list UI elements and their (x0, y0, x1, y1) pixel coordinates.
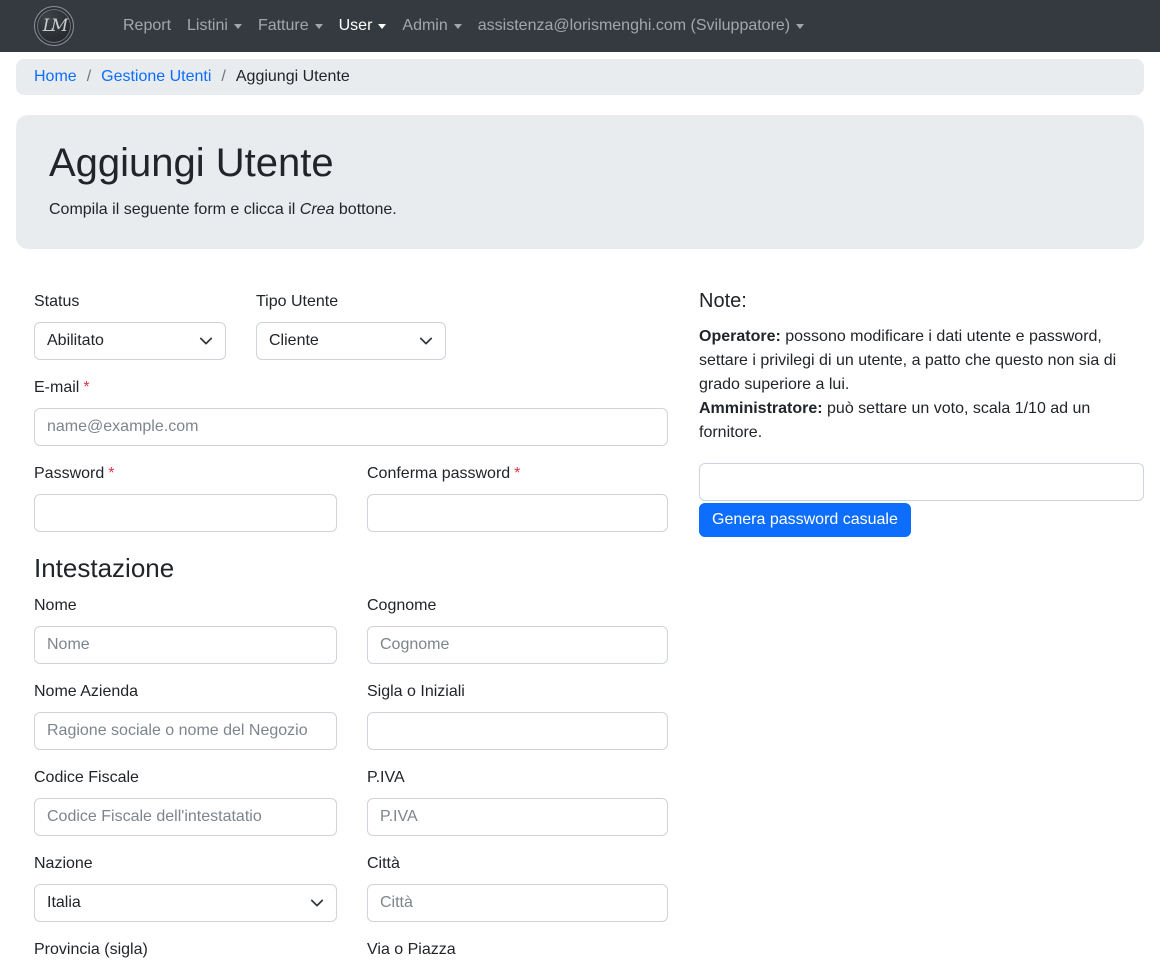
provincia-label: Provincia (sigla) (34, 938, 337, 962)
email-input[interactable] (34, 408, 668, 446)
citta-input[interactable] (367, 884, 668, 922)
tipo-utente-select[interactable]: Cliente (256, 322, 446, 360)
note-line-operatore: Operatore: possono modificare i dati ute… (699, 325, 1144, 397)
breadcrumb-separator: / (77, 68, 101, 86)
navbar-menu: Report Listini Fatture User Admin assist… (115, 17, 812, 35)
status-select-value: Abilitato (47, 332, 104, 350)
sigla-input[interactable] (367, 712, 668, 750)
breadcrumb-home-link[interactable]: Home (34, 68, 77, 86)
nome-label: Nome (34, 594, 337, 618)
top-navbar: LM Report Listini Fatture User Admin ass… (0, 0, 1160, 52)
note-panel: Note: Operatore: possono modificare i da… (699, 290, 1144, 963)
chevron-down-icon (199, 334, 213, 348)
nome-azienda-label: Nome Azienda (34, 680, 337, 704)
password-label: Password* (34, 462, 337, 486)
section-title-intestazione: Intestazione (34, 553, 668, 584)
page-subtitle: Compila il seguente form e clicca il Cre… (49, 201, 1111, 219)
citta-label: Città (367, 852, 668, 876)
status-label: Status (34, 290, 226, 314)
page-title: Aggiungi Utente (49, 139, 1111, 187)
nav-item-user[interactable]: User (331, 17, 395, 35)
sigla-label: Sigla o Iniziali (367, 680, 668, 704)
nazione-select[interactable]: Italia (34, 884, 337, 922)
nav-item-admin[interactable]: Admin (394, 17, 469, 35)
note-title: Note: (699, 290, 1144, 313)
nome-input[interactable] (34, 626, 337, 664)
via-label: Via o Piazza (367, 938, 668, 962)
chevron-down-icon (234, 24, 242, 29)
required-marker: * (83, 379, 89, 396)
brand-logo[interactable]: LM (34, 6, 74, 46)
nome-azienda-input[interactable] (34, 712, 337, 750)
breadcrumb-gestione-utenti-link[interactable]: Gestione Utenti (101, 68, 211, 86)
chevron-down-icon (378, 24, 386, 29)
conferma-password-label: Conferma password* (367, 462, 668, 486)
chevron-down-icon (419, 334, 433, 348)
cognome-label: Cognome (367, 594, 668, 618)
nav-item-listini[interactable]: Listini (179, 17, 250, 35)
codice-fiscale-input[interactable] (34, 798, 337, 836)
nazione-label: Nazione (34, 852, 337, 876)
conferma-password-input[interactable] (367, 494, 668, 532)
brand-monogram: LM (43, 16, 66, 36)
chevron-down-icon (310, 896, 324, 910)
cognome-input[interactable] (367, 626, 668, 664)
password-input[interactable] (34, 494, 337, 532)
codice-fiscale-label: Codice Fiscale (34, 766, 337, 790)
user-form: Status Abilitato Tipo Utente Cliente E-m… (34, 290, 668, 963)
note-line-amministratore: Amministratore: può settare un voto, sca… (699, 397, 1144, 445)
breadcrumb-current: Aggiungi Utente (236, 68, 350, 86)
required-marker: * (108, 465, 114, 482)
status-select[interactable]: Abilitato (34, 322, 226, 360)
email-label: E-mail* (34, 376, 668, 400)
tipo-utente-select-value: Cliente (269, 332, 319, 350)
breadcrumb-separator: / (211, 68, 235, 86)
chevron-down-icon (315, 24, 323, 29)
required-marker: * (514, 465, 520, 482)
nazione-select-value: Italia (47, 894, 81, 912)
generated-password-input[interactable] (699, 463, 1144, 501)
nav-item-account[interactable]: assistenza@lorismenghi.com (Sviluppatore… (470, 17, 812, 35)
nav-item-report[interactable]: Report (115, 17, 179, 35)
chevron-down-icon (454, 24, 462, 29)
tipo-utente-label: Tipo Utente (256, 290, 446, 314)
piva-label: P.IVA (367, 766, 668, 790)
nav-item-fatture[interactable]: Fatture (250, 17, 331, 35)
page-header-panel: Aggiungi Utente Compila il seguente form… (16, 115, 1144, 249)
genera-password-button[interactable]: Genera password casuale (699, 503, 911, 537)
chevron-down-icon (796, 24, 804, 29)
piva-input[interactable] (367, 798, 668, 836)
breadcrumb: Home / Gestione Utenti / Aggiungi Utente (16, 59, 1144, 95)
